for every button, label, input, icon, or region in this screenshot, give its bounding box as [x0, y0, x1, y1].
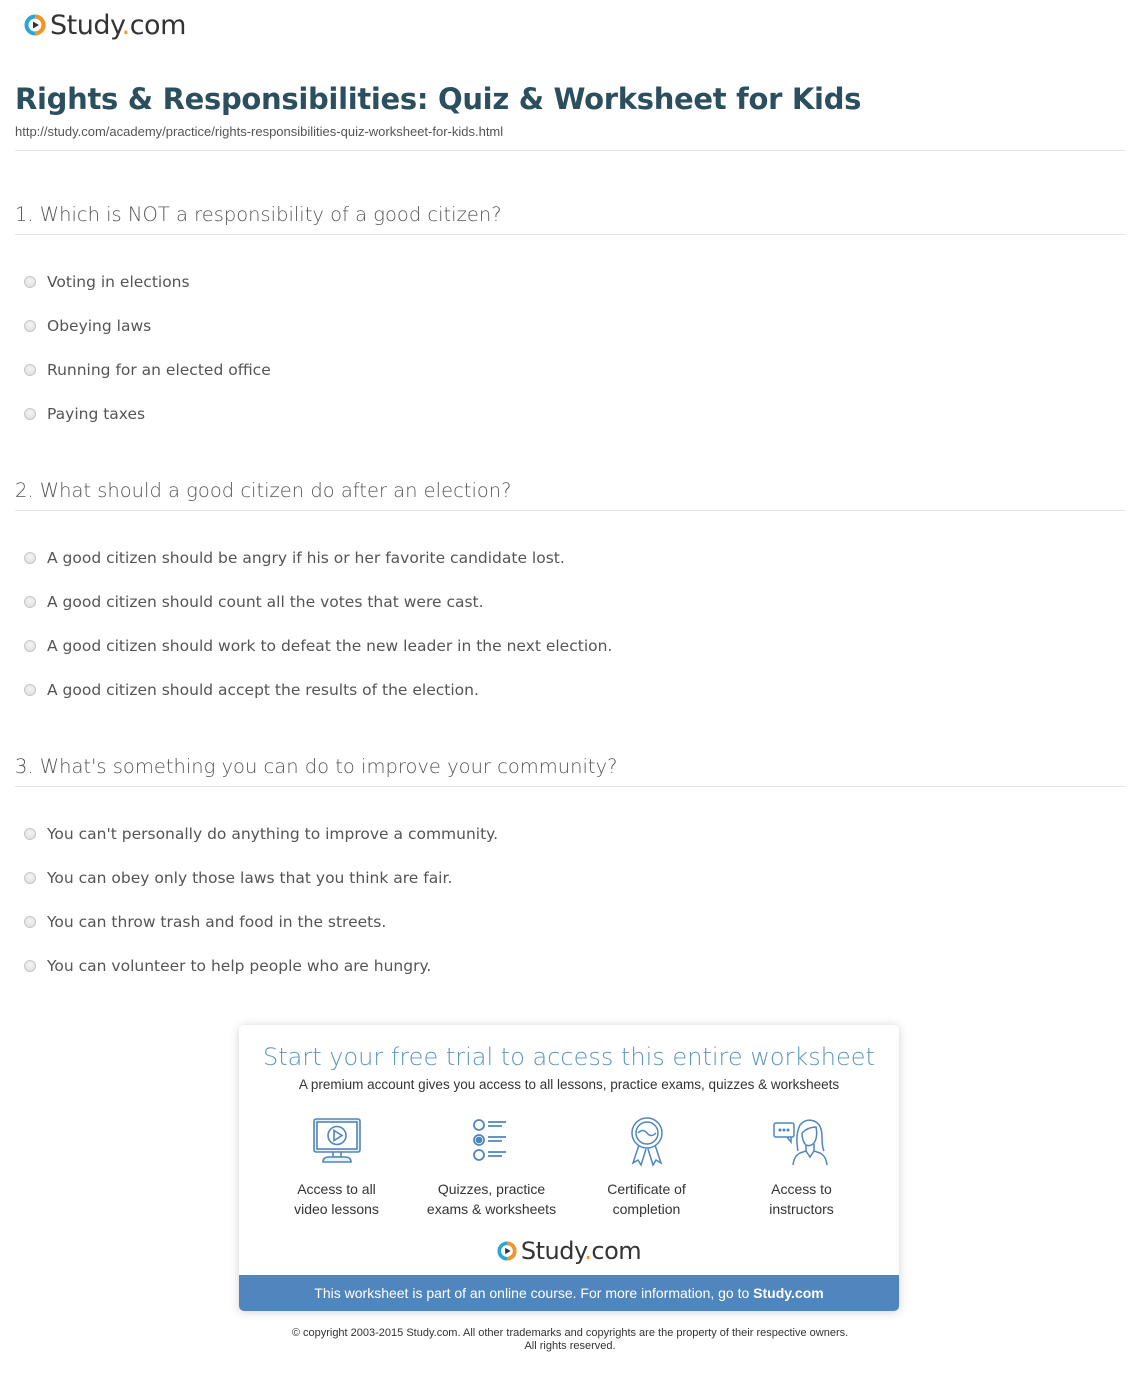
radio-button[interactable] — [24, 408, 36, 420]
radio-button[interactable] — [24, 828, 36, 840]
radio-button[interactable] — [24, 320, 36, 332]
question-2: 2. What should a good citizen do after a… — [15, 479, 1125, 712]
answer-list: A good citizen should be angry if his or… — [15, 536, 1125, 712]
answer-option[interactable]: Paying taxes — [15, 392, 1125, 436]
radio-button[interactable] — [24, 364, 36, 376]
quiz-list-icon — [472, 1119, 506, 1161]
answer-option[interactable]: A good citizen should count all the vote… — [15, 580, 1125, 624]
free-trial-promo: Start your free trial to access this ent… — [239, 1025, 899, 1311]
course-info-bar: This worksheet is part of an online cour… — [239, 1275, 899, 1311]
logo-wordmark: Study.com — [50, 9, 186, 41]
answer-option[interactable]: You can't personally do anything to impr… — [15, 812, 1125, 856]
feature-list: Access to all video lessons Quizzes, prac… — [259, 1115, 879, 1219]
study-logo[interactable]: Study.com — [24, 8, 186, 42]
radio-button[interactable] — [24, 596, 36, 608]
radio-button[interactable] — [24, 960, 36, 972]
promo-title[interactable]: Start your free trial to access this ent… — [239, 1043, 899, 1071]
page-url: http://study.com/academy/practice/rights… — [15, 124, 504, 139]
radio-button[interactable] — [24, 640, 36, 652]
play-circle-logo-icon — [497, 1241, 517, 1261]
feature-instructors: Access to instructors — [724, 1115, 879, 1219]
answer-option[interactable]: A good citizen should be angry if his or… — [15, 536, 1125, 580]
radio-button[interactable] — [24, 684, 36, 696]
answer-option[interactable]: You can volunteer to help people who are… — [15, 944, 1125, 988]
question-text: 2. What should a good citizen do after a… — [15, 479, 1125, 511]
study-com-link[interactable]: Study.com — [753, 1285, 824, 1301]
copyright-footer: © copyright 2003-2015 Study.com. All oth… — [291, 1327, 849, 1352]
answer-option[interactable]: Voting in elections — [15, 260, 1125, 304]
award-ribbon-icon — [630, 1117, 663, 1167]
promo-study-logo[interactable]: Study.com — [239, 1237, 899, 1265]
page-title: Rights & Responsibilities: Quiz & Worksh… — [15, 82, 862, 116]
radio-button[interactable] — [24, 872, 36, 884]
radio-button[interactable] — [24, 276, 36, 288]
feature-quizzes: Quizzes, practice exams & worksheets — [414, 1115, 569, 1219]
answer-option[interactable]: Running for an elected office — [15, 348, 1125, 392]
question-1: 1. Which is NOT a responsibility of a go… — [15, 203, 1125, 436]
divider — [15, 150, 1125, 151]
feature-certificate: Certificate of completion — [569, 1115, 724, 1219]
radio-button[interactable] — [24, 552, 36, 564]
answer-list: Voting in elections Obeying laws Running… — [15, 260, 1125, 436]
play-circle-logo-icon — [24, 14, 46, 36]
radio-button[interactable] — [24, 916, 36, 928]
answer-option[interactable]: You can throw trash and food in the stre… — [15, 900, 1125, 944]
instructor-chat-icon — [772, 1119, 828, 1166]
question-3: 3. What's something you can do to improv… — [15, 755, 1125, 988]
logo-wordmark: Study.com — [520, 1237, 642, 1265]
answer-option[interactable]: A good citizen should accept the results… — [15, 668, 1125, 712]
answer-option[interactable]: You can obey only those laws that you th… — [15, 856, 1125, 900]
answer-option[interactable]: A good citizen should work to defeat the… — [15, 624, 1125, 668]
feature-video-lessons: Access to all video lessons — [259, 1115, 414, 1219]
question-text: 3. What's something you can do to improv… — [15, 755, 1125, 787]
question-text: 1. Which is NOT a responsibility of a go… — [15, 203, 1125, 235]
monitor-play-icon — [312, 1118, 361, 1163]
promo-subtitle: A premium account gives you access to al… — [298, 1077, 840, 1092]
answer-list: You can't personally do anything to impr… — [15, 812, 1125, 988]
answer-option[interactable]: Obeying laws — [15, 304, 1125, 348]
